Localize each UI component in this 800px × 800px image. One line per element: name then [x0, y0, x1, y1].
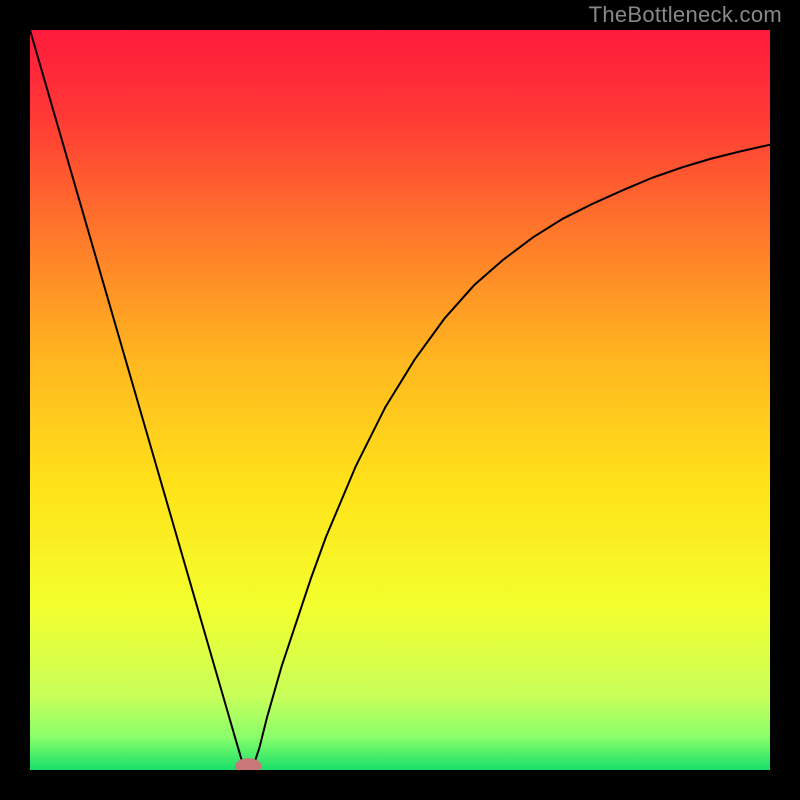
chart-svg — [30, 30, 770, 770]
chart-frame: TheBottleneck.com — [0, 0, 800, 800]
watermark-text: TheBottleneck.com — [589, 2, 782, 28]
plot-area — [30, 30, 770, 770]
plot-background — [30, 30, 770, 770]
